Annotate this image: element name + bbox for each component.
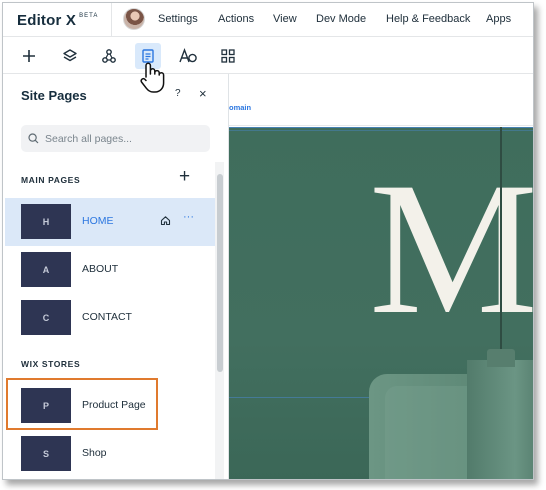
logo-text: Editor X	[17, 12, 77, 29]
editor-window: Editor X BETA Settings Actions View Dev M…	[2, 2, 534, 480]
guide-line	[229, 130, 533, 131]
panel-title: Site Pages	[21, 88, 87, 103]
left-toolbar	[3, 37, 533, 74]
layers-icon	[63, 49, 77, 62]
layers-button[interactable]	[57, 43, 83, 69]
avatar[interactable]	[123, 8, 145, 30]
canvas-header-strip: omain	[229, 74, 533, 126]
search-icon	[28, 133, 39, 144]
home-icon	[160, 216, 171, 226]
help-button[interactable]: ?	[175, 88, 181, 99]
page-row-about[interactable]: A ABOUT	[5, 246, 215, 294]
page-row-shop[interactable]: S Shop	[5, 430, 215, 478]
site-canvas[interactable]: omain M	[229, 74, 533, 479]
page-row-contact[interactable]: C CONTACT	[5, 294, 215, 342]
menu-settings[interactable]: Settings	[158, 13, 198, 25]
menu-view[interactable]: View	[273, 13, 297, 25]
hero-heading-letter[interactable]: M	[369, 154, 533, 344]
add-page-button[interactable]: +	[179, 167, 190, 186]
text-theme-icon	[179, 48, 197, 63]
page-thumbnail: H	[21, 204, 71, 239]
page-thumbnail: S	[21, 436, 71, 471]
wix-stores-label: WIX STORES	[21, 359, 81, 369]
page-name: ABOUT	[82, 263, 119, 275]
menu-dev-mode[interactable]: Dev Mode	[316, 13, 366, 25]
components-button[interactable]	[96, 43, 122, 69]
apps-button[interactable]	[215, 43, 241, 69]
more-actions-icon[interactable]: ···	[183, 211, 194, 223]
page-name: HOME	[82, 215, 114, 227]
editor-logo[interactable]: Editor X BETA	[17, 12, 98, 29]
text-theme-button[interactable]	[175, 43, 201, 69]
site-pages-panel: Site Pages ? × MAIN PAGES + H HOME ··· A…	[3, 74, 229, 479]
search-pages-field[interactable]	[21, 125, 210, 152]
page-name: CONTACT	[82, 311, 132, 323]
plus-icon	[23, 50, 35, 62]
divider	[111, 3, 112, 37]
lamp-body	[467, 360, 533, 479]
main-pages-label: MAIN PAGES	[21, 175, 81, 185]
menu-actions[interactable]: Actions	[218, 13, 254, 25]
page-thumbnail: C	[21, 300, 71, 335]
hand-cursor-icon	[140, 62, 165, 93]
lamp-cap	[487, 349, 515, 367]
menu-help-feedback[interactable]: Help & Feedback	[386, 13, 470, 25]
menu-apps[interactable]: Apps	[486, 13, 511, 25]
domain-link[interactable]: omain	[229, 103, 251, 112]
page-thumbnail: A	[21, 252, 71, 287]
page-row-home[interactable]: H HOME ···	[5, 198, 215, 246]
beta-badge: BETA	[79, 13, 99, 19]
panel-scrollbar-thumb[interactable]	[217, 174, 223, 372]
add-elements-button[interactable]	[16, 43, 42, 69]
page-name: Shop	[82, 447, 107, 459]
close-panel-button[interactable]: ×	[199, 86, 207, 101]
lamp-wire	[500, 127, 502, 382]
search-input[interactable]	[45, 132, 195, 145]
product-page-highlight	[6, 378, 158, 430]
top-menu-bar: Editor X BETA Settings Actions View Dev M…	[3, 3, 533, 37]
connections-icon	[102, 49, 116, 63]
apps-grid-icon	[221, 49, 235, 63]
guide-line	[229, 127, 533, 128]
